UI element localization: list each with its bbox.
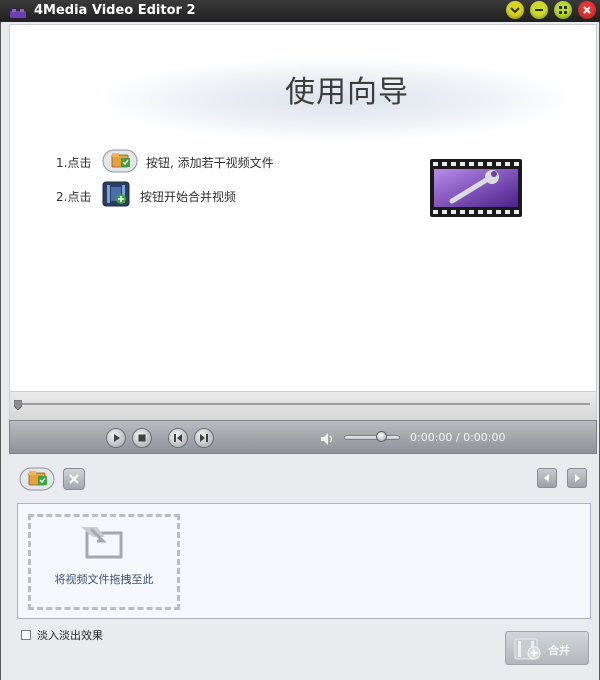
window-title: 4Media Video Editor 2 xyxy=(34,3,196,18)
film-wrench-icon xyxy=(430,159,522,217)
step-2-text: 按钮开始合并视频 xyxy=(140,190,237,204)
remove-icon xyxy=(69,474,79,484)
scroll-right-icon xyxy=(575,474,580,482)
merge-video-icon xyxy=(102,181,130,211)
clip-list[interactable]: 将视频文件拖拽至此 xyxy=(17,503,591,619)
drag-drop-icon xyxy=(77,523,129,567)
scroll-left-icon xyxy=(544,474,549,482)
stop-icon xyxy=(138,434,146,442)
step-2-prefix: 2.点击 xyxy=(56,190,92,204)
stop-button[interactable] xyxy=(132,428,152,448)
merge-button-label: 合并 xyxy=(548,644,570,657)
clip-toolbar xyxy=(9,460,597,500)
remove-button[interactable] xyxy=(63,468,85,490)
maximize-icon xyxy=(559,6,567,14)
maximize-button[interactable] xyxy=(554,1,572,19)
minimize-button[interactable] xyxy=(530,1,548,19)
merge-button[interactable]: 合并 xyxy=(505,631,589,665)
volume-icon[interactable] xyxy=(320,431,336,450)
add-file-button[interactable] xyxy=(19,467,55,495)
drop-zone[interactable]: 将视频文件拖拽至此 xyxy=(28,514,180,610)
fade-label[interactable]: 淡入淡出效果 xyxy=(37,627,103,643)
title-bar[interactable]: 4Media Video Editor 2 xyxy=(0,0,600,22)
merge-video-icon xyxy=(514,638,542,664)
play-icon xyxy=(114,434,120,442)
play-button[interactable] xyxy=(106,428,126,448)
close-button[interactable] xyxy=(578,1,596,19)
minimize-icon xyxy=(535,9,543,11)
previous-button[interactable] xyxy=(168,428,188,448)
player-controls: 0:00:00 / 0:00:00 xyxy=(9,420,597,454)
help-icon xyxy=(510,7,520,14)
previous-icon xyxy=(174,434,182,442)
help-button[interactable] xyxy=(506,1,524,19)
step-1-prefix: 1.点击 xyxy=(56,156,92,170)
app-logo-icon xyxy=(10,5,26,18)
wizard-title: 使用向导 xyxy=(285,75,409,110)
drop-hint: 将视频文件拖拽至此 xyxy=(54,573,154,586)
preview-area: 使用向导 1.点击 按钮, 添加若干视频文件 2.点击 按钮开始合并视频 xyxy=(9,24,597,392)
seek-track[interactable] xyxy=(18,403,590,405)
scroll-left-button[interactable] xyxy=(537,468,557,488)
close-icon xyxy=(583,6,591,14)
volume-thumb[interactable] xyxy=(376,431,387,442)
add-file-icon xyxy=(102,149,138,177)
add-file-icon xyxy=(19,467,55,491)
scroll-right-button[interactable] xyxy=(567,468,587,488)
volume-slider[interactable] xyxy=(344,435,400,440)
fade-checkbox[interactable] xyxy=(21,630,31,640)
time-display: 0:00:00 / 0:00:00 xyxy=(410,431,506,444)
seek-thumb[interactable] xyxy=(13,395,23,411)
seek-bar[interactable] xyxy=(9,392,597,420)
step-1-text: 按钮, 添加若干视频文件 xyxy=(146,156,274,170)
main-window: 使用向导 1.点击 按钮, 添加若干视频文件 2.点击 按钮开始合并视频 0:0… xyxy=(0,22,600,680)
next-button[interactable] xyxy=(194,428,214,448)
next-icon xyxy=(200,434,208,442)
